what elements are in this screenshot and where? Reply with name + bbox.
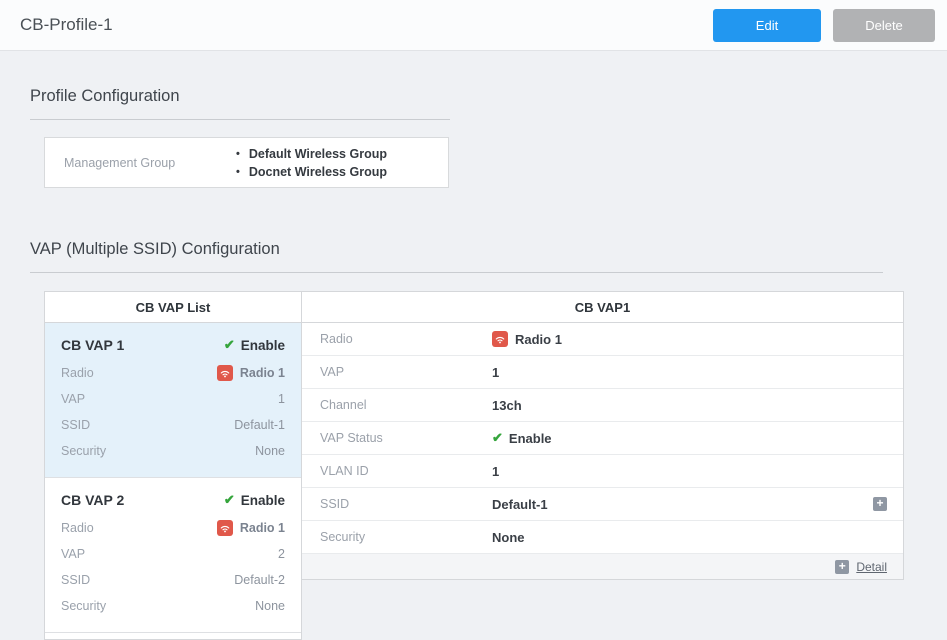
detail-row-ssid: SSID Default-1 + [302,488,903,521]
management-group-name: Default Wireless Group [249,145,387,163]
ssid-add-button[interactable]: + [873,497,887,511]
detail-row-vap: VAP 1 [302,356,903,389]
management-group-box: Management Group • Default Wireless Grou… [44,137,449,188]
field-value: None [255,444,285,458]
management-group-label: Management Group [64,156,236,170]
vap-status-text: Enable [241,338,285,353]
field-label: Security [61,599,106,613]
vap-detail-panel: CB VAP1 Radio Radio 1 VAP 1 Channel 13ch [302,291,904,580]
field-value: Radio 1 [217,520,285,536]
vap-field-vap: VAP 2 [61,545,285,563]
field-label: Security [61,444,106,458]
wifi-icon [217,520,233,536]
field-label: SSID [61,573,90,587]
field-label: SSID [61,418,90,432]
detail-row-vlan-id: VLAN ID 1 [302,455,903,488]
row-value: Default-1 [492,497,548,512]
row-value: None [492,530,525,545]
management-group-item: • Docnet Wireless Group [236,163,387,181]
detail-row-security: Security None [302,521,903,554]
row-label: Security [320,530,492,544]
vap-card-title-row: CB VAP 1 ✔ Enable [61,337,285,353]
row-label: VAP Status [320,431,492,445]
row-label: SSID [320,497,492,511]
detail-row-channel: Channel 13ch [302,389,903,422]
field-label: Radio [61,521,94,535]
row-value: 1 [492,464,499,479]
check-icon: ✔ [224,492,235,508]
field-value: None [255,599,285,613]
vap-card-1[interactable]: CB VAP 1 ✔ Enable Radio Radio 1 [45,323,301,478]
vap-field-radio: Radio Radio 1 [61,364,285,382]
vap-status-badge: ✔ Enable [224,492,285,508]
vap-card-2[interactable]: CB VAP 2 ✔ Enable Radio Radio 1 [45,478,301,633]
wifi-icon [217,365,233,381]
topbar-buttons: Edit Delete [713,9,935,42]
check-icon: ✔ [492,430,503,446]
management-group-item: • Default Wireless Group [236,145,387,163]
field-value: 1 [278,392,285,406]
management-group-list: • Default Wireless Group • Docnet Wirele… [236,145,387,181]
vap-list-panel: CB VAP List CB VAP 1 ✔ Enable Radio [44,291,302,640]
delete-button[interactable]: Delete [833,9,935,42]
field-label: Radio [61,366,94,380]
bullet-icon: • [236,145,240,163]
row-label: Radio [320,332,492,346]
row-value: Radio 1 [492,331,562,347]
detail-link[interactable]: Detail [856,560,887,574]
row-label: Channel [320,398,492,412]
row-value: 1 [492,365,499,380]
row-value: 13ch [492,398,522,413]
vap-configuration-heading: VAP (Multiple SSID) Configuration [30,188,947,259]
vap-list-header: CB VAP List [45,292,301,323]
vap-status-badge: ✔ Enable [224,337,285,353]
vap-status-text: Enable [241,493,285,508]
top-bar: CB-Profile-1 Edit Delete [0,0,947,51]
vap-name: CB VAP 2 [61,492,124,508]
row-value: ✔ Enable [492,430,552,446]
bullet-icon: • [236,163,240,181]
vap-field-radio: Radio Radio 1 [61,519,285,537]
row-label: VLAN ID [320,464,492,478]
plus-icon[interactable]: + [835,560,849,574]
field-value: Default-2 [234,573,285,587]
vap-panels: CB VAP List CB VAP 1 ✔ Enable Radio [44,291,947,640]
vap-field-security: Security None [61,442,285,460]
section-divider [30,119,450,120]
field-label: VAP [61,547,85,561]
field-value: Default-1 [234,418,285,432]
vap-detail-header: CB VAP1 [302,292,903,323]
vap-field-ssid: SSID Default-1 [61,416,285,434]
management-group-name: Docnet Wireless Group [249,163,387,181]
section-divider [30,272,883,273]
vap-field-security: Security None [61,597,285,615]
vap-field-ssid: SSID Default-2 [61,571,285,589]
main-content: Profile Configuration Management Group •… [0,51,947,640]
check-icon: ✔ [224,337,235,353]
field-label: VAP [61,392,85,406]
detail-row-vap-status: VAP Status ✔ Enable [302,422,903,455]
wifi-icon [492,331,508,347]
page-title: CB-Profile-1 [20,15,113,35]
vap-name: CB VAP 1 [61,337,124,353]
detail-row-radio: Radio Radio 1 [302,323,903,356]
profile-configuration-heading: Profile Configuration [30,51,947,106]
edit-button[interactable]: Edit [713,9,821,42]
detail-footer: + Detail [302,554,903,579]
vap-field-vap: VAP 1 [61,390,285,408]
vap-card-title-row: CB VAP 2 ✔ Enable [61,492,285,508]
field-value: 2 [278,547,285,561]
field-value: Radio 1 [217,365,285,381]
row-label: VAP [320,365,492,379]
